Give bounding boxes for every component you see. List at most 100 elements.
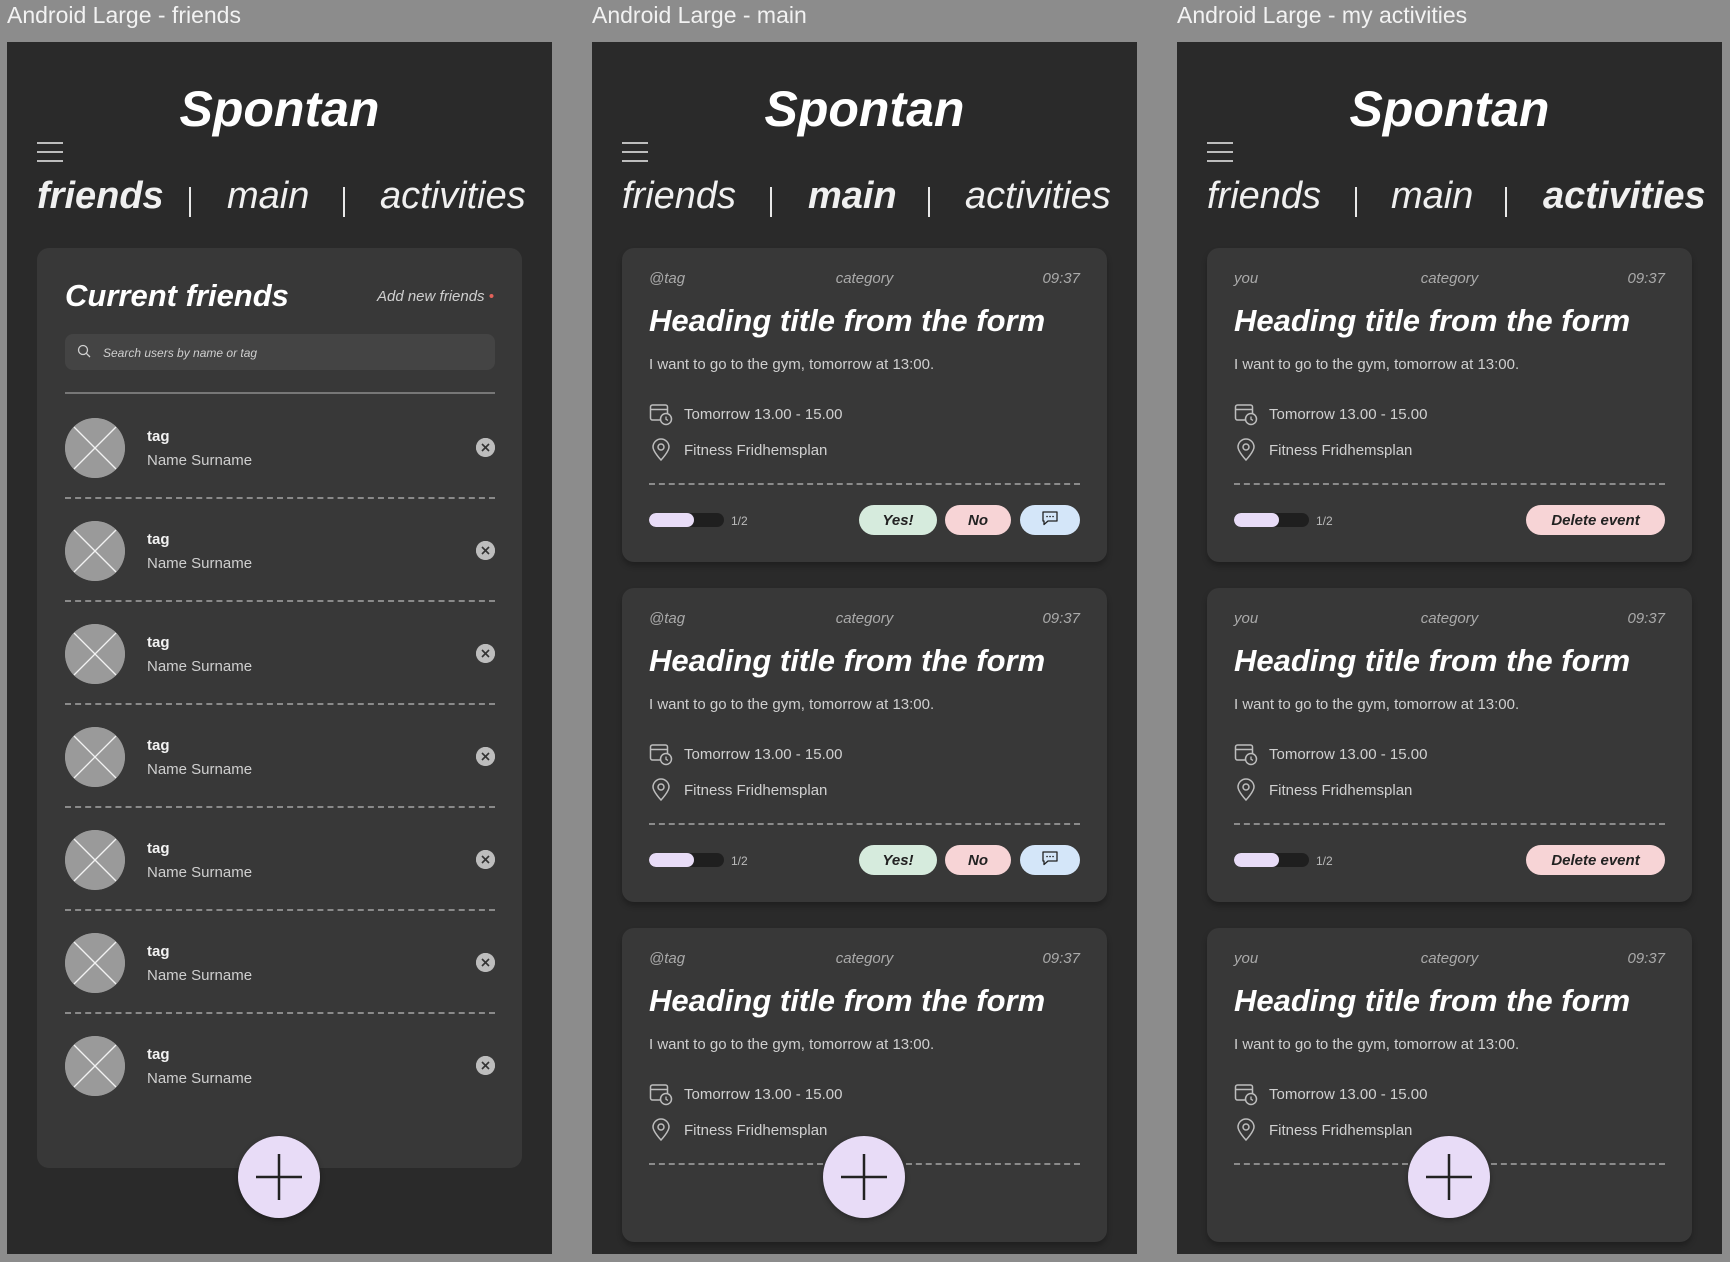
friend-row[interactable]: tag Name Surname — [65, 911, 495, 1014]
card-divider — [649, 483, 1080, 485]
avatar — [65, 830, 125, 890]
app-title: Spontan — [764, 81, 965, 137]
friend-name: Name Surname — [147, 452, 253, 469]
remove-friend-button[interactable] — [476, 438, 495, 457]
tab-friends[interactable]: friends — [1207, 175, 1321, 218]
friend-tag: tag — [147, 531, 170, 548]
delete-event-button[interactable]: Delete event — [1526, 505, 1665, 535]
remove-friend-button[interactable] — [476, 747, 495, 766]
event-where-text: Fitness Fridhemsplan — [1269, 1122, 1413, 1139]
decline-button[interactable]: No — [945, 505, 1011, 535]
avatar-placeholder-icon — [65, 727, 125, 787]
avatar — [65, 521, 125, 581]
location-pin-icon — [1237, 438, 1255, 462]
avatar — [65, 1036, 125, 1096]
friend-row[interactable]: tag Name Surname — [65, 602, 495, 705]
location-pin-icon — [652, 438, 670, 462]
participants-count: 1/2 — [1316, 854, 1333, 868]
friend-row[interactable]: tag Name Surname — [65, 808, 495, 911]
event-category: category — [835, 270, 894, 287]
calendar-clock-icon — [649, 1084, 673, 1106]
tab-activities[interactable]: activities — [965, 175, 1111, 218]
calendar-clock-icon — [1234, 404, 1258, 426]
tab-activities[interactable]: activities — [1543, 175, 1706, 218]
location-pin-icon — [1237, 778, 1255, 802]
tab-activities[interactable]: activities — [380, 175, 526, 218]
calendar-clock-icon — [1234, 1084, 1258, 1106]
event-category: category — [1420, 270, 1479, 287]
add-new-friends-link[interactable]: Add new friends • — [377, 288, 494, 305]
add-button[interactable] — [238, 1136, 320, 1218]
event-heading: Heading title from the form — [649, 303, 1046, 338]
remove-friend-button[interactable] — [476, 644, 495, 663]
tab-bar: friends main activities — [7, 175, 552, 235]
phone-main-screen: Spontan friends main activities @tag cate… — [592, 42, 1137, 1254]
calendar-clock-icon — [649, 404, 673, 426]
remove-friend-button[interactable] — [476, 953, 495, 972]
chat-button[interactable] — [1020, 505, 1080, 535]
friend-tag: tag — [147, 840, 170, 857]
event-category: category — [835, 610, 894, 627]
panel-title: Current friends — [65, 278, 289, 313]
event-when-text: Tomorrow 13.00 - 15.00 — [1269, 746, 1428, 763]
notification-dot: • — [488, 288, 494, 305]
calendar-clock-icon — [649, 744, 673, 766]
remove-friend-button[interactable] — [476, 1056, 495, 1075]
participants-count: 1/2 — [731, 854, 748, 868]
decline-button[interactable]: No — [945, 845, 1011, 875]
add-button[interactable] — [823, 1136, 905, 1218]
tab-separator — [343, 187, 345, 217]
event-heading: Heading title from the form — [1234, 983, 1631, 1018]
event-category: category — [1420, 950, 1479, 967]
event-where-text: Fitness Fridhemsplan — [684, 782, 828, 799]
avatar — [65, 418, 125, 478]
frame-label-activities: Android Large - my activities — [1177, 2, 1468, 28]
chat-button[interactable] — [1020, 845, 1080, 875]
search-input[interactable] — [101, 334, 485, 372]
tab-friends[interactable]: friends — [37, 175, 164, 218]
tab-main[interactable]: main — [1391, 175, 1473, 218]
tab-friends[interactable]: friends — [622, 175, 736, 218]
event-heading: Heading title from the form — [1234, 643, 1631, 678]
card-divider — [1234, 823, 1665, 825]
event-when-text: Tomorrow 13.00 - 15.00 — [1269, 1086, 1428, 1103]
event-description: I want to go to the gym, tomorrow at 13:… — [649, 356, 935, 373]
event-time: 09:37 — [1042, 950, 1080, 967]
tab-separator — [770, 187, 772, 217]
accept-button[interactable]: Yes! — [859, 845, 937, 875]
event-time: 09:37 — [1042, 610, 1080, 627]
event-card[interactable]: @tag category 09:37 Heading title from the … — [622, 248, 1107, 562]
participants-progress — [649, 513, 724, 527]
hamburger-menu-icon[interactable] — [622, 142, 648, 162]
close-circle-icon — [476, 953, 495, 972]
friend-row[interactable]: tag Name Surname — [65, 705, 495, 808]
hamburger-menu-icon[interactable] — [37, 142, 63, 162]
remove-friend-button[interactable] — [476, 541, 495, 560]
progress-fill — [1234, 513, 1279, 527]
location-pin-icon — [652, 778, 670, 802]
location-pin-icon — [652, 1118, 670, 1142]
friend-row[interactable]: tag Name Surname — [65, 499, 495, 602]
event-where-text: Fitness Fridhemsplan — [1269, 442, 1413, 459]
event-heading: Heading title from the form — [649, 983, 1046, 1018]
participants-progress — [1234, 853, 1309, 867]
friend-row[interactable]: tag Name Surname — [65, 1014, 495, 1117]
event-card[interactable]: you category 09:37 Heading title from the f… — [1207, 248, 1692, 562]
accept-button[interactable]: Yes! — [859, 505, 937, 535]
friend-row[interactable]: tag Name Surname — [65, 396, 495, 499]
delete-event-button[interactable]: Delete event — [1526, 845, 1665, 875]
event-card[interactable]: you category 09:37 Heading title from the f… — [1207, 588, 1692, 902]
calendar-clock-icon — [1234, 744, 1258, 766]
friend-tag: tag — [147, 428, 170, 445]
hamburger-menu-icon[interactable] — [1207, 142, 1233, 162]
tab-main[interactable]: main — [808, 175, 897, 218]
tab-main[interactable]: main — [227, 175, 309, 218]
event-card[interactable]: @tag category 09:37 Heading title from the … — [622, 588, 1107, 902]
tab-separator — [928, 187, 930, 217]
close-circle-icon — [476, 1056, 495, 1075]
remove-friend-button[interactable] — [476, 850, 495, 869]
add-button[interactable] — [1408, 1136, 1490, 1218]
avatar-placeholder-icon — [65, 1036, 125, 1096]
close-circle-icon — [476, 541, 495, 560]
event-description: I want to go to the gym, tomorrow at 13:… — [649, 696, 935, 713]
